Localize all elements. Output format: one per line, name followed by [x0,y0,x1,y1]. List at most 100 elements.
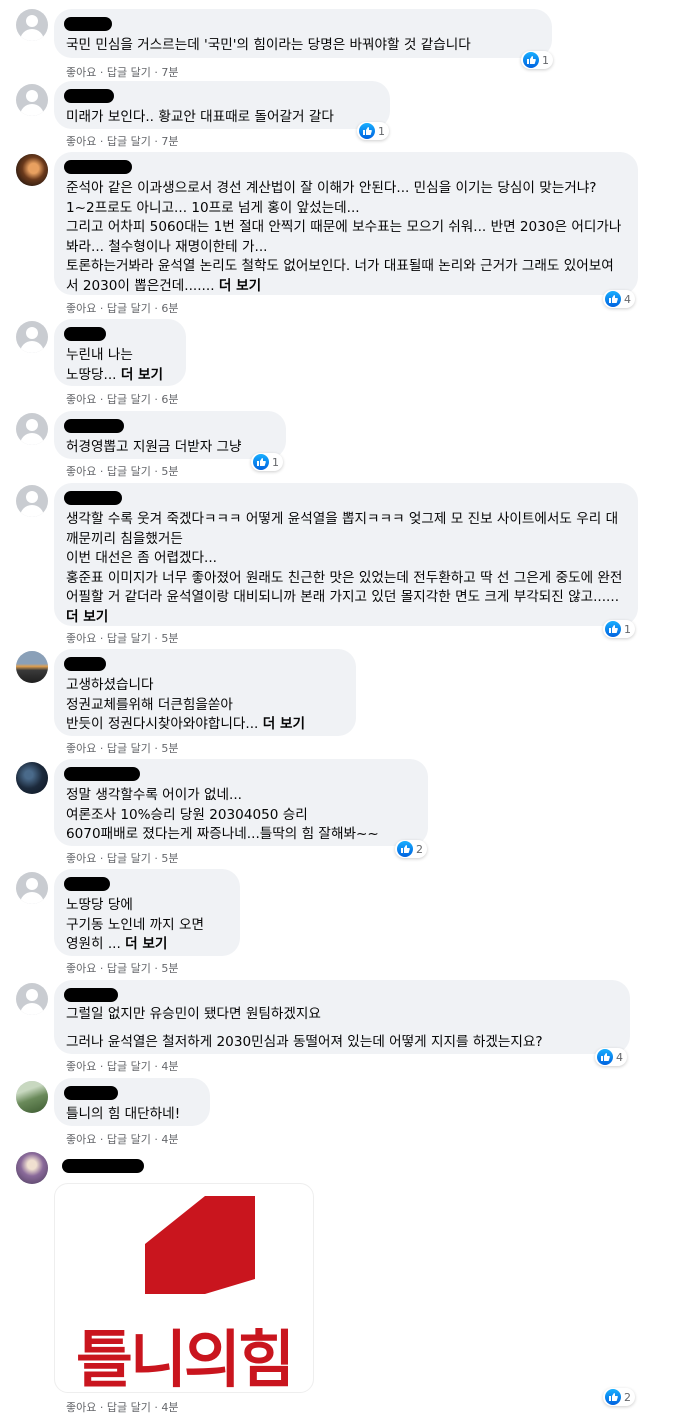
like-button[interactable]: 좋아요 [66,852,96,865]
avatar[interactable] [16,84,48,116]
comment-text: 고생하셨습니다 정권교체를위해 더큰힘을쏟아 반듯이 정권다시찾아와야합니다..… [66,677,305,732]
avatar[interactable] [16,872,48,904]
reply-button[interactable]: 답글 달기 [107,1060,151,1073]
reply-button[interactable]: 답글 달기 [107,66,151,79]
commenter-name[interactable] [64,327,174,341]
party-logo-image[interactable]: 틀니의힘 [54,1183,314,1393]
comment-actions: 좋아요 · 답글 달기 · 4분 [66,1060,179,1073]
commenter-name[interactable] [62,1159,144,1173]
like-button[interactable]: 좋아요 [66,742,96,755]
timestamp[interactable]: 5분 [161,742,178,755]
commenter-name[interactable] [64,877,228,891]
see-more-link[interactable]: 더 보기 [263,716,305,732]
avatar[interactable] [16,413,48,445]
comment-text: 허경영뽑고 지원금 더받자 그냥 [66,439,242,455]
reply-button[interactable]: 답글 달기 [107,1133,151,1146]
commenter-name[interactable] [64,767,416,781]
like-button[interactable]: 좋아요 [66,393,96,406]
like-button[interactable]: 좋아요 [66,1133,96,1146]
reply-button[interactable]: 답글 달기 [107,135,151,148]
timestamp[interactable]: 5분 [161,962,178,975]
comment-bubble: 생각할 수록 웃겨 죽겠다ㅋㅋㅋ 어떻게 윤석열을 뽑지ㅋㅋㅋ 엊그제 모 진보… [54,483,638,626]
timestamp[interactable]: 5분 [161,852,178,865]
like-button[interactable]: 좋아요 [66,1401,96,1414]
reply-button[interactable]: 답글 달기 [107,393,151,406]
comment-text: 미래가 보인다.. 황교안 대표때로 돌어갈거 갈다 [66,109,334,125]
comment-actions: 좋아요 · 답글 달기 · 4분 [66,1401,179,1414]
comment-bubble: 노땅당 당에 구기동 노인네 까지 오면 영원히 ... 더 보기 [54,869,240,956]
logo-text: 틀니의힘 [75,1323,295,1393]
commenter-name[interactable] [64,988,618,1002]
avatar[interactable] [16,1152,48,1184]
comment-actions: 좋아요 · 답글 달기 · 5분 [66,852,179,865]
reaction-count[interactable]: 2 [603,1388,635,1406]
avatar[interactable] [16,762,48,794]
comment-actions: 좋아요 · 답글 달기 · 7분 [66,135,179,148]
reply-button[interactable]: 답글 달기 [107,632,151,645]
reply-button[interactable]: 답글 달기 [107,852,151,865]
reply-button[interactable]: 답글 달기 [107,742,151,755]
avatar[interactable] [16,651,48,683]
commenter-name[interactable] [64,17,540,31]
comment-bubble: 고생하셨습니다 정권교체를위해 더큰힘을쏟아 반듯이 정권다시찾아와야합니다..… [54,649,356,736]
like-reaction-icon [359,123,375,139]
comment-bubble: 국민 민심을 거스르는데 '국민'의 힘이라는 당명은 바꿔야할 것 같습니다 [54,9,552,58]
reply-button[interactable]: 답글 달기 [107,302,151,315]
avatar[interactable] [16,9,48,41]
avatar[interactable] [16,485,48,517]
comment-text: 국민 민심을 거스르는데 '국민'의 힘이라는 당명은 바꿔야할 것 같습니다 [66,37,471,53]
comment-actions: 좋아요 · 답글 달기 · 5분 [66,742,179,755]
comment-text: 생각할 수록 웃겨 죽겠다ㅋㅋㅋ 어떻게 윤석열을 뽑지ㅋㅋㅋ 엊그제 모 진보… [66,511,623,625]
timestamp[interactable]: 7분 [161,135,178,148]
comment-text: 누린내 나는 노땅당... 더 보기 [66,347,164,383]
like-button[interactable]: 좋아요 [66,302,96,315]
like-button[interactable]: 좋아요 [66,135,96,148]
commenter-name[interactable] [64,160,626,174]
commenter-name[interactable] [64,657,344,671]
see-more-link[interactable]: 더 보기 [121,367,163,383]
comment-bubble: 허경영뽑고 지원금 더받자 그냥 [54,411,286,459]
avatar[interactable] [16,321,48,353]
timestamp[interactable]: 6분 [161,302,178,315]
commenter-name[interactable] [64,1086,198,1100]
comment-text: 그럴일 없지만 유승민이 됐다면 원팀하겠지요 그러나 윤석열은 철저하게 20… [66,1006,543,1050]
timestamp[interactable]: 5분 [161,465,178,478]
like-button[interactable]: 좋아요 [66,66,96,79]
see-more-link[interactable]: 더 보기 [219,278,261,294]
see-more-link[interactable]: 더 보기 [66,609,108,625]
reaction-count[interactable]: 4 [603,290,635,308]
like-button[interactable]: 좋아요 [66,962,96,975]
commenter-name[interactable] [64,419,274,433]
comment-bubble: 정말 생각할수록 어이가 없네... 여론조사 10%승리 당원 2030405… [54,759,428,846]
timestamp[interactable]: 4분 [161,1060,178,1073]
comment-bubble: 틀니의 힘 대단하네! [54,1078,210,1126]
commenter-name[interactable] [64,89,378,103]
timestamp[interactable]: 5분 [161,632,178,645]
comment-bubble: 그럴일 없지만 유승민이 됐다면 원팀하겠지요 그러나 윤석열은 철저하게 20… [54,980,630,1054]
avatar[interactable] [16,983,48,1015]
avatar[interactable] [16,154,48,186]
reaction-count[interactable]: 1 [357,122,389,140]
reaction-count[interactable]: 2 [395,840,427,858]
comment-bubble: 미래가 보인다.. 황교안 대표때로 돌어갈거 갈다 [54,81,390,129]
reply-button[interactable]: 답글 달기 [107,1401,151,1414]
comment-actions: 좋아요 · 답글 달기 · 6분 [66,302,179,315]
reply-button[interactable]: 답글 달기 [107,465,151,478]
avatar[interactable] [16,1081,48,1113]
timestamp[interactable]: 4분 [161,1133,178,1146]
timestamp[interactable]: 7분 [161,66,178,79]
timestamp[interactable]: 4분 [161,1401,178,1414]
comment-text: 정말 생각할수록 어이가 없네... 여론조사 10%승리 당원 2030405… [66,787,379,842]
reaction-count[interactable]: 1 [251,453,283,471]
reply-button[interactable]: 답글 달기 [107,962,151,975]
see-more-link[interactable]: 더 보기 [125,936,167,952]
reaction-count[interactable]: 4 [595,1048,627,1066]
like-button[interactable]: 좋아요 [66,632,96,645]
reaction-count[interactable]: 1 [521,51,553,69]
like-button[interactable]: 좋아요 [66,465,96,478]
reaction-count[interactable]: 1 [603,620,635,638]
commenter-name[interactable] [64,491,626,505]
like-reaction-icon [605,291,621,307]
timestamp[interactable]: 6분 [161,393,178,406]
like-button[interactable]: 좋아요 [66,1060,96,1073]
